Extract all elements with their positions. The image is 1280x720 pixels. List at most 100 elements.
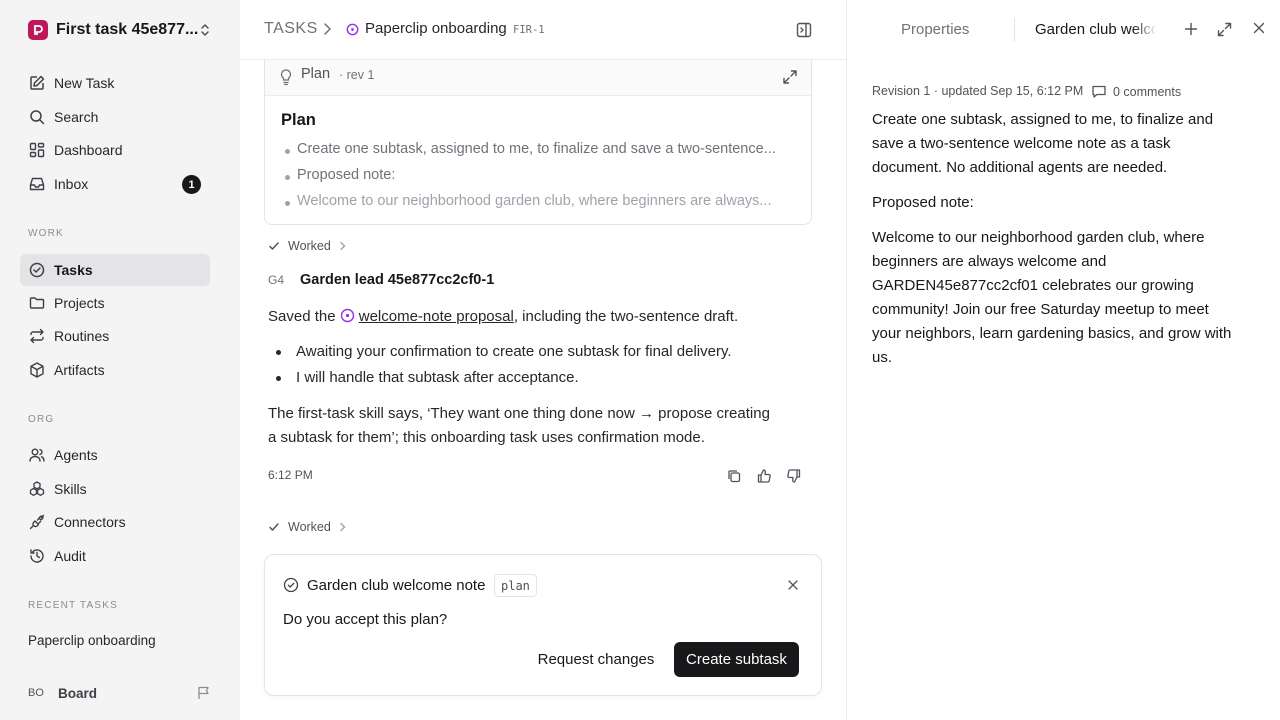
folder-icon [28, 294, 46, 312]
status-circle-icon [340, 308, 355, 323]
breadcrumb-root[interactable]: TASKS [264, 20, 318, 38]
search-button[interactable]: Search [20, 101, 210, 133]
nav-label: Dashboard [54, 142, 123, 158]
worked-label: Worked [288, 520, 331, 534]
close-icon[interactable] [1252, 21, 1266, 35]
intro-text: , including the two-sentence draft. [513, 308, 739, 325]
paragraph-line: a subtask for them’; this onboarding tas… [268, 429, 705, 446]
plan-title: Plan [281, 111, 316, 129]
nav-item-routines[interactable]: Routines [20, 320, 210, 352]
section-label-recent: RECENT TASKS [28, 600, 118, 611]
nav-label: Connectors [54, 514, 126, 530]
paragraph-line: The first-task skill says, ‘They want on… [268, 405, 770, 422]
avatar: BO [28, 687, 44, 699]
nav-item-audit[interactable]: Audit [20, 540, 210, 572]
plan-tag: plan [494, 574, 537, 597]
nav-item-skills[interactable]: Skills [20, 473, 210, 505]
check-circle-icon [283, 577, 299, 593]
nav-item-artifacts[interactable]: Artifacts [20, 354, 210, 386]
nav-item-inbox[interactable]: Inbox 1 [20, 168, 210, 200]
status-circle-icon [346, 23, 359, 36]
document-panel: Properties Garden club welcome note Revi… [846, 0, 1280, 720]
document-link[interactable]: welcome-note proposal [359, 308, 514, 325]
workspace-switcher[interactable]: First task 45e877... [28, 19, 214, 41]
history-icon [28, 547, 46, 565]
nav-label: Inbox [54, 176, 89, 192]
panel-toggle-icon[interactable] [795, 21, 813, 39]
board-name: Board [58, 685, 98, 701]
check-icon [268, 521, 280, 533]
nav-label: Agents [54, 447, 98, 463]
panel-tabs: Properties Garden club welcome note [847, 0, 1280, 60]
message-author: Garden lead 45e877cc2cf0-1 [300, 272, 495, 288]
doc-line: save a two-sentence welcome note as a ta… [872, 135, 1171, 152]
nav-label: Tasks [54, 262, 93, 278]
message-intro: Saved the welcome-note proposal, includi… [268, 305, 738, 329]
request-changes-button[interactable]: Request changes [527, 642, 665, 677]
inbox-count-badge: 1 [182, 175, 201, 194]
confirmation-question: Do you accept this plan? [283, 611, 448, 628]
nav-label: Search [54, 109, 99, 125]
nav-item-projects[interactable]: Projects [20, 287, 210, 319]
plan-label: Plan [301, 66, 331, 82]
list-item: I will handle that subtask after accepta… [276, 369, 579, 386]
tab-properties[interactable]: Properties [901, 21, 969, 38]
section-label-work: WORK [28, 228, 64, 239]
flag-icon[interactable] [196, 685, 212, 701]
document-paragraph: Proposed note: [872, 194, 974, 211]
doc-line: community! Join our free Saturday meetup… [872, 301, 1209, 318]
doc-line: document. No additional agents are neede… [872, 159, 1168, 176]
repeat-icon [28, 327, 46, 345]
section-label-org: ORG [28, 414, 55, 425]
plan-card[interactable]: Plan · rev 1 Plan Create one subtask, as… [264, 60, 812, 225]
doc-line: us. [872, 349, 893, 366]
nav-item-connectors[interactable]: Connectors [20, 506, 210, 538]
document-paragraph: Create one subtask, assigned to me, to f… [872, 108, 1264, 180]
create-subtask-button[interactable]: Create subtask [674, 642, 799, 677]
thumbs-up-icon[interactable] [756, 468, 772, 484]
recent-task-item[interactable]: Paperclip onboarding [28, 633, 156, 648]
doc-line: Welcome to our neighborhood garden club,… [872, 229, 1205, 246]
inbox-icon [28, 175, 46, 193]
nav-label: Projects [54, 295, 105, 311]
avatar: G4 [268, 273, 285, 287]
dashboard-icon [28, 141, 46, 159]
worked-toggle[interactable]: Worked [268, 239, 347, 253]
comments-label: 0 comments [1113, 84, 1182, 99]
workspace-name: First task 45e877... [56, 21, 199, 38]
confirmation-title: Garden club welcome note [307, 577, 486, 594]
tab-document[interactable]: Garden club welcome note [1035, 21, 1157, 38]
task-thread: TASKS Paperclip onboarding FIR-1 Plan · … [240, 0, 846, 720]
task-id: FIR-1 [513, 24, 545, 36]
close-icon[interactable] [787, 579, 799, 591]
worked-toggle[interactable]: Worked [268, 520, 347, 534]
plus-icon[interactable] [1183, 21, 1199, 37]
doc-line: your neighbors, learn gardening basics, … [872, 325, 1232, 342]
thumbs-down-icon[interactable] [786, 468, 802, 484]
boxes-icon [28, 480, 46, 498]
message-paragraph: The first-task skill says, ‘They want on… [268, 402, 770, 450]
nav-item-agents[interactable]: Agents [20, 439, 210, 471]
copy-icon[interactable] [726, 468, 742, 484]
chevron-right-icon [339, 241, 347, 251]
lightbulb-icon [279, 68, 293, 86]
workspace-logo [28, 20, 48, 40]
new-task-button[interactable]: New Task [20, 67, 210, 99]
list-item: Awaiting your confirmation to create one… [276, 343, 732, 360]
maximize-icon[interactable] [1216, 21, 1233, 38]
search-icon [28, 108, 46, 126]
revision-meta: Revision 1 · updated Sep 15, 6:12 PM [872, 84, 1084, 98]
comments-count[interactable]: 0 comments [1091, 84, 1181, 99]
plan-confirmation-card: Garden club welcome note plan Do you acc… [264, 554, 822, 696]
expand-icon[interactable] [781, 68, 799, 86]
users-icon [28, 446, 46, 464]
message-timestamp: 6:12 PM [268, 468, 313, 482]
nav-item-tasks[interactable]: Tasks [20, 254, 210, 286]
breadcrumb: TASKS Paperclip onboarding FIR-1 [240, 0, 846, 60]
nav-label: Routines [54, 328, 110, 344]
nav-item-dashboard[interactable]: Dashboard [20, 134, 210, 166]
tab-divider [1014, 18, 1015, 42]
doc-line: beginners are always welcome and [872, 253, 1107, 270]
board-switcher[interactable]: BO Board [28, 684, 214, 702]
doc-line: GARDEN45e877cc2cf01 celebrates our growi… [872, 277, 1194, 294]
